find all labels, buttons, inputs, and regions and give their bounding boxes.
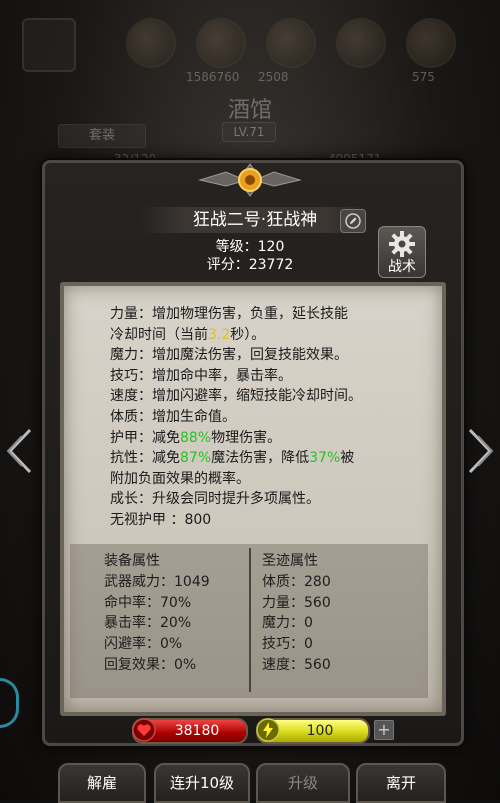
background-set-button: 套装 [58, 124, 146, 148]
hp-bar: 38180 [132, 718, 248, 744]
resistance-value: 87% [180, 450, 212, 467]
desc-line: 体质：增加生命值。 [110, 408, 236, 425]
crest-emblem-icon [198, 163, 302, 197]
desc-line: 附加负面效果的概率。 [110, 470, 250, 487]
background-title: 酒馆 [227, 98, 272, 123]
equipment-stat: 暴击率：20% [104, 615, 192, 632]
equipment-stats: 装备属性 武器威力：1049 命中率：70% 暴击率：20% 闪避率：0% 回复… [104, 551, 210, 676]
dismiss-button[interactable]: 解雇 [58, 763, 146, 803]
background-number: 2508 [258, 70, 289, 84]
relic-title: 圣迹属性 [262, 553, 318, 569]
background-avatar-icon [266, 18, 316, 68]
equipment-stat: 武器威力：1049 [104, 573, 210, 590]
background-number: 575 [412, 70, 435, 84]
relic-stats: 圣迹属性 体质：280 力量：560 魔力：0 技巧：0 速度：560 [262, 551, 331, 676]
background-avatar-icon [406, 18, 456, 68]
debuff-reduction-value: 37% [309, 450, 341, 467]
desc-line: 无视护甲 ：800 [110, 511, 212, 528]
next-hero-arrow-icon[interactable] [464, 428, 496, 474]
energy-bar: 100 [256, 718, 370, 744]
desc-line: 魔力：增加魔法伤害，回复技能效果。 [110, 347, 348, 364]
background-number: 1586760 [186, 70, 240, 84]
equipment-stat: 闪避率：0% [104, 636, 183, 653]
background-ui-layer: 1586760 2508 575 酒馆 套装 LV.71 32/120 4995… [0, 0, 500, 170]
background-menu-icon [22, 18, 76, 72]
desc-line: 护甲：减免88%物理伤害。 [110, 429, 282, 446]
relic-stat: 魔力：0 [262, 615, 313, 632]
background-level-badge: LV.71 [222, 122, 276, 142]
hero-name: 狂战二号·狂战神 [140, 207, 370, 233]
background-avatar-icon [126, 18, 176, 68]
desc-line: 力量：增加物理伤害，负重，延长技能 [110, 306, 348, 322]
edit-name-button[interactable] [340, 209, 366, 233]
tactics-label: 战术 [388, 259, 416, 275]
equipment-title: 装备属性 [104, 553, 160, 569]
relic-stat: 力量：560 [262, 594, 331, 611]
pencil-icon [345, 213, 361, 229]
level-up-10-button[interactable]: 连升10级 [154, 763, 250, 803]
leave-button[interactable]: 离开 [356, 763, 446, 803]
previous-hero-arrow-icon[interactable] [4, 428, 36, 474]
relic-stat: 速度：560 [262, 656, 331, 673]
desc-line: 速度：增加闪避率，缩短技能冷却时间。 [110, 388, 362, 405]
relic-stat: 体质：280 [262, 573, 331, 590]
cooldown-value: 3.2 [208, 326, 231, 343]
desc-line: 技巧：增加命中率，暴击率。 [110, 367, 292, 384]
desc-line: 成长：升级会同时提升多项属性。 [110, 491, 320, 508]
tactics-button[interactable]: 战术 [378, 226, 426, 278]
armor-value: 88% [180, 429, 212, 446]
background-avatar-icon [196, 18, 246, 68]
stats-divider [249, 548, 251, 692]
desc-line: 抗性：减免87%魔法伤害，降低37%被 [110, 450, 355, 467]
equipment-stat: 回复效果：0% [104, 656, 197, 673]
desc-line: 冷却时间（当前3.2秒）。 [110, 326, 266, 343]
gear-icon [389, 231, 415, 257]
attribute-description: 力量：增加物理伤害，负重，延长技能 冷却时间（当前3.2秒）。 魔力：增加魔法伤… [110, 304, 410, 531]
background-avatar-icon [336, 18, 386, 68]
energy-value: 100 [306, 723, 334, 739]
relic-stat: 技巧：0 [262, 636, 313, 653]
equipment-stat: 命中率：70% [104, 594, 192, 611]
hp-value: 38180 [174, 723, 220, 739]
add-energy-button[interactable]: + [374, 720, 394, 740]
level-up-button[interactable]: 升级 [256, 763, 350, 803]
